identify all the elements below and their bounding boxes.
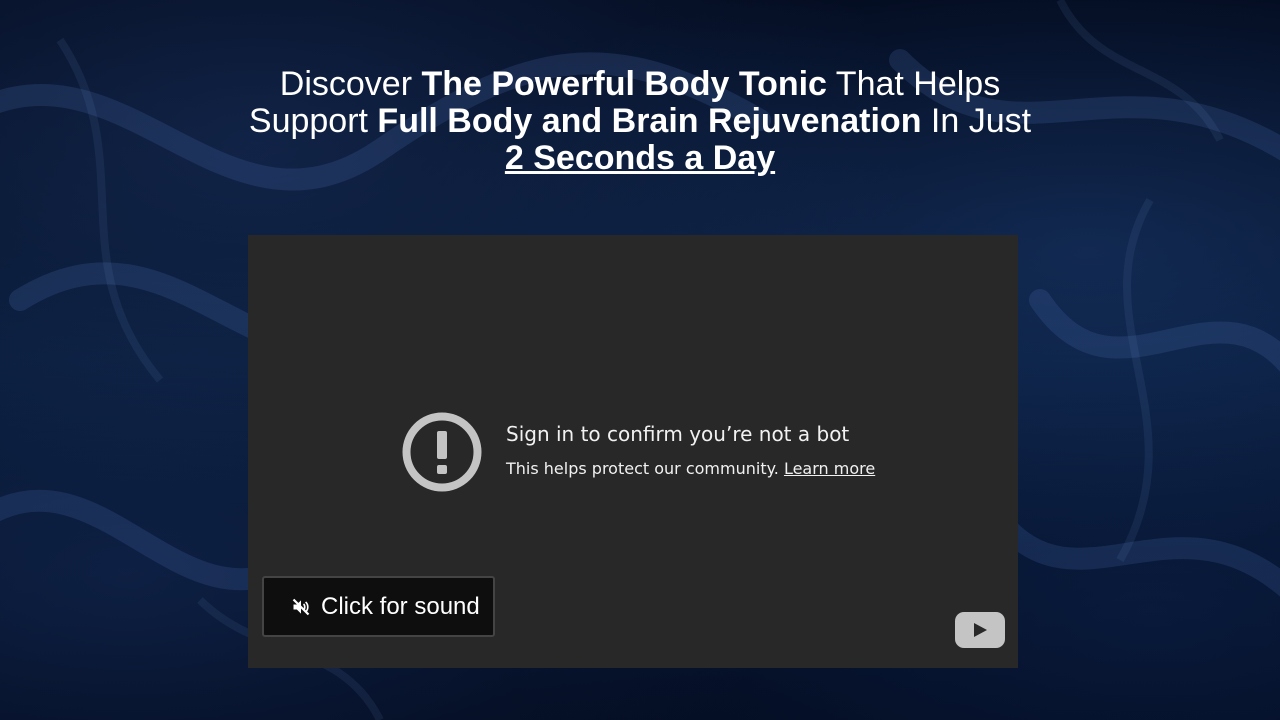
click-for-sound-button[interactable]: Click for sound bbox=[262, 576, 495, 637]
exclamation-circle-icon bbox=[402, 412, 482, 492]
headline: Discover The Powerful Body Tonic That He… bbox=[240, 66, 1040, 177]
headline-part-6: 2 Seconds a Day bbox=[504, 139, 776, 177]
click-for-sound-label: Click for sound bbox=[321, 592, 480, 620]
mute-speaker-icon bbox=[292, 598, 310, 615]
headline-part-1: Discover bbox=[279, 65, 422, 103]
headline-part-5: In Just bbox=[921, 102, 1032, 140]
error-title: Sign in to confirm you’re not a bot bbox=[506, 422, 850, 446]
headline-part-2: The Powerful Body Tonic bbox=[421, 65, 827, 103]
headline-part-4: Full Body and Brain Rejuvenation bbox=[377, 102, 922, 140]
learn-more-link[interactable]: Learn more bbox=[784, 459, 875, 478]
error-text: This helps protect our community. bbox=[506, 459, 784, 478]
youtube-play-icon[interactable] bbox=[955, 612, 1005, 648]
error-message: This helps protect our community. Learn … bbox=[506, 457, 875, 481]
